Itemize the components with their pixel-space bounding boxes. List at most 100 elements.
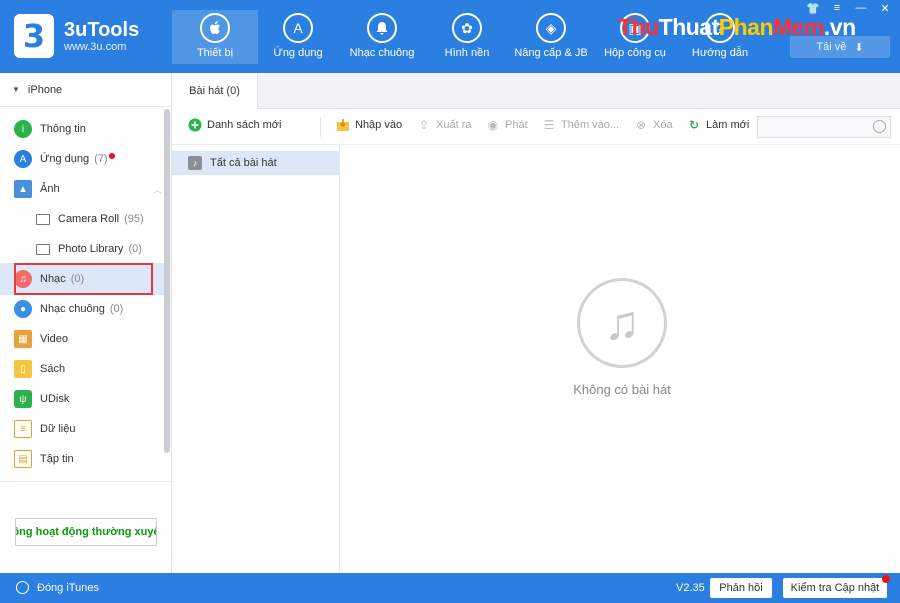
caret-down-icon: ▼ bbox=[12, 85, 20, 94]
appstore-icon: A bbox=[14, 150, 32, 168]
window-controls: 👕 ≡ — ✕ bbox=[806, 2, 892, 15]
flower-icon: ✿ bbox=[452, 13, 482, 43]
sidebar-item-label: Tập tin bbox=[40, 453, 74, 465]
sidebar-item-label: Video bbox=[40, 333, 68, 345]
sidebar-item-label: Dữ liệu bbox=[40, 423, 76, 435]
skin-icon[interactable]: 👕 bbox=[806, 2, 820, 15]
sidebar-item-label: Ứng dụng bbox=[40, 153, 90, 165]
device-name: iPhone bbox=[27, 83, 63, 96]
play-label: Phát bbox=[505, 119, 528, 131]
nav-tab-label: Nâng cấp & JB bbox=[514, 47, 588, 59]
main-panel: Bài hát (0) Danh sách mới Nhập vào ⇪ Xuấ… bbox=[172, 73, 900, 573]
new-playlist-button[interactable]: Danh sách mới bbox=[188, 118, 281, 132]
close-itunes-button[interactable]: Đóng iTunes bbox=[16, 581, 99, 594]
chevron-up-icon[interactable]: ︿ bbox=[153, 183, 162, 196]
sidebar-item-video[interactable]: ▦ Video bbox=[14, 325, 162, 353]
notes-icon: ≡ bbox=[14, 420, 32, 438]
sidebar-item-label: Thông tin bbox=[40, 123, 86, 135]
app-logo: 3 3uTools www.3u.com bbox=[14, 14, 139, 58]
divider bbox=[0, 481, 171, 482]
import-label: Nhập vào bbox=[355, 119, 403, 131]
export-button[interactable]: ⇪ Xuất ra bbox=[417, 118, 472, 132]
sidebar-item-info[interactable]: i Thông tin bbox=[14, 115, 162, 143]
footer-bar: Đóng iTunes V2.35 Phản hồi Kiểm tra Cập … bbox=[0, 573, 900, 603]
minimize-icon[interactable]: — bbox=[854, 2, 868, 15]
apple-icon bbox=[200, 13, 230, 43]
sidebar-item-label: Sách bbox=[40, 363, 66, 375]
sidebar-item-udisk[interactable]: ψ UDisk bbox=[14, 385, 162, 413]
book-icon: ▯ bbox=[14, 360, 32, 378]
download-button[interactable]: Tải về ⬇ bbox=[790, 36, 890, 58]
close-itunes-label: Đóng iTunes bbox=[37, 581, 99, 594]
sidebar-item-books[interactable]: ▯ Sách bbox=[14, 355, 162, 383]
add-list-icon: ☰ bbox=[543, 118, 555, 132]
refresh-button[interactable]: ↻ Làm mới bbox=[687, 118, 749, 132]
folder-icon bbox=[36, 213, 50, 225]
folder-icon bbox=[36, 243, 50, 255]
circle-icon bbox=[16, 581, 29, 594]
device-selector[interactable]: ▼ iPhone bbox=[0, 73, 171, 107]
status-banner[interactable]: ông hoạt động thường xuyê bbox=[15, 518, 157, 546]
play-button[interactable]: ◉ Phát bbox=[486, 118, 528, 132]
download-label: Tải về bbox=[816, 41, 847, 53]
sidebar-item-ringtones[interactable]: ● Nhạc chuông (0) bbox=[14, 295, 162, 323]
delete-icon: ⊗ bbox=[635, 118, 647, 132]
refresh-icon: ↻ bbox=[688, 118, 700, 132]
photo-icon: ▲ bbox=[14, 180, 32, 198]
sidebar-item-count: (0) bbox=[128, 243, 142, 255]
tab-bar: Bài hát (0) bbox=[172, 73, 900, 109]
play-icon: ◉ bbox=[487, 118, 499, 132]
refresh-label: Làm mới bbox=[706, 119, 750, 131]
feedback-button[interactable]: Phản hồi bbox=[710, 578, 772, 598]
playlist-item-all[interactable]: ♪ Tất cả bài hát bbox=[172, 151, 339, 175]
film-icon: ▦ bbox=[14, 330, 32, 348]
sidebar-scrollbar[interactable] bbox=[164, 109, 170, 453]
sidebar-item-count: (95) bbox=[124, 213, 144, 225]
sidebar-item-camera-roll[interactable]: Camera Roll (95) bbox=[36, 205, 162, 233]
appstore-icon: A bbox=[283, 13, 313, 43]
nav-tab-label: Hộp công cụ bbox=[604, 47, 666, 59]
dropbox-icon: ◈ bbox=[536, 13, 566, 43]
highlight-annotation bbox=[14, 263, 153, 295]
nav-tab-wallpapers[interactable]: ✿ Hình nền bbox=[424, 10, 510, 64]
nav-tab-device[interactable]: Thiết bị bbox=[172, 10, 258, 64]
search-input[interactable] bbox=[757, 116, 891, 138]
sidebar-item-photos[interactable]: ▲ Ảnh ︿ bbox=[14, 175, 162, 203]
sidebar-item-label: UDisk bbox=[40, 393, 70, 405]
logo-mark-icon: 3 bbox=[14, 14, 54, 58]
sidebar-item-label: Photo Library bbox=[58, 243, 124, 255]
nav-tab-flash-jb[interactable]: ◈ Nâng cấp & JB bbox=[508, 10, 594, 64]
sidebar-item-count: (0) bbox=[109, 303, 124, 315]
add-to-button[interactable]: ☰ Thêm vào... bbox=[542, 118, 619, 132]
file-icon: ▤ bbox=[14, 450, 32, 468]
export-label: Xuất ra bbox=[436, 119, 472, 131]
bell-icon bbox=[367, 13, 397, 43]
nav-tab-apps[interactable]: A Ứng dụng bbox=[255, 10, 341, 64]
nav-tab-ringtones[interactable]: Nhạc chuông bbox=[339, 10, 425, 64]
usb-icon: ψ bbox=[14, 390, 32, 408]
music-note-icon: ♪ bbox=[188, 156, 202, 170]
nav-tab-label: Thiết bị bbox=[196, 47, 234, 59]
sidebar-item-count: (7) bbox=[94, 153, 108, 165]
plus-circle-icon bbox=[188, 118, 202, 132]
search-icon[interactable] bbox=[873, 120, 886, 133]
export-icon: ⇪ bbox=[418, 118, 430, 132]
tab-songs[interactable]: Bài hát (0) bbox=[172, 73, 258, 109]
check-update-button[interactable]: Kiểm tra Cập nhật bbox=[783, 575, 890, 598]
sidebar-item-data[interactable]: ≡ Dữ liệu bbox=[14, 415, 162, 443]
delete-button[interactable]: ⊗ Xóa bbox=[634, 118, 673, 132]
import-button[interactable]: Nhập vào bbox=[336, 118, 402, 132]
top-bar: 3 3uTools www.3u.com Thiết bị A Ứng dụng… bbox=[0, 0, 900, 73]
sidebar-item-label: Nhạc chuông bbox=[40, 303, 105, 315]
sidebar-item-apps[interactable]: A Ứng dụng (7) bbox=[14, 145, 162, 173]
menu-icon[interactable]: ≡ bbox=[830, 2, 844, 15]
sidebar-item-files[interactable]: ▤ Tập tin bbox=[14, 445, 162, 473]
empty-state: ♫ Không có bài hát bbox=[562, 278, 682, 397]
app-url: www.3u.com bbox=[64, 41, 127, 53]
close-icon[interactable]: ✕ bbox=[878, 2, 892, 15]
delete-label: Xóa bbox=[653, 119, 673, 131]
nav-tab-label: Hình nền bbox=[444, 47, 490, 59]
music-note-icon: ♫ bbox=[577, 278, 667, 368]
sidebar-item-photo-library[interactable]: Photo Library (0) bbox=[36, 235, 162, 263]
check-update-label: Kiểm tra Cập nhật bbox=[790, 582, 880, 594]
